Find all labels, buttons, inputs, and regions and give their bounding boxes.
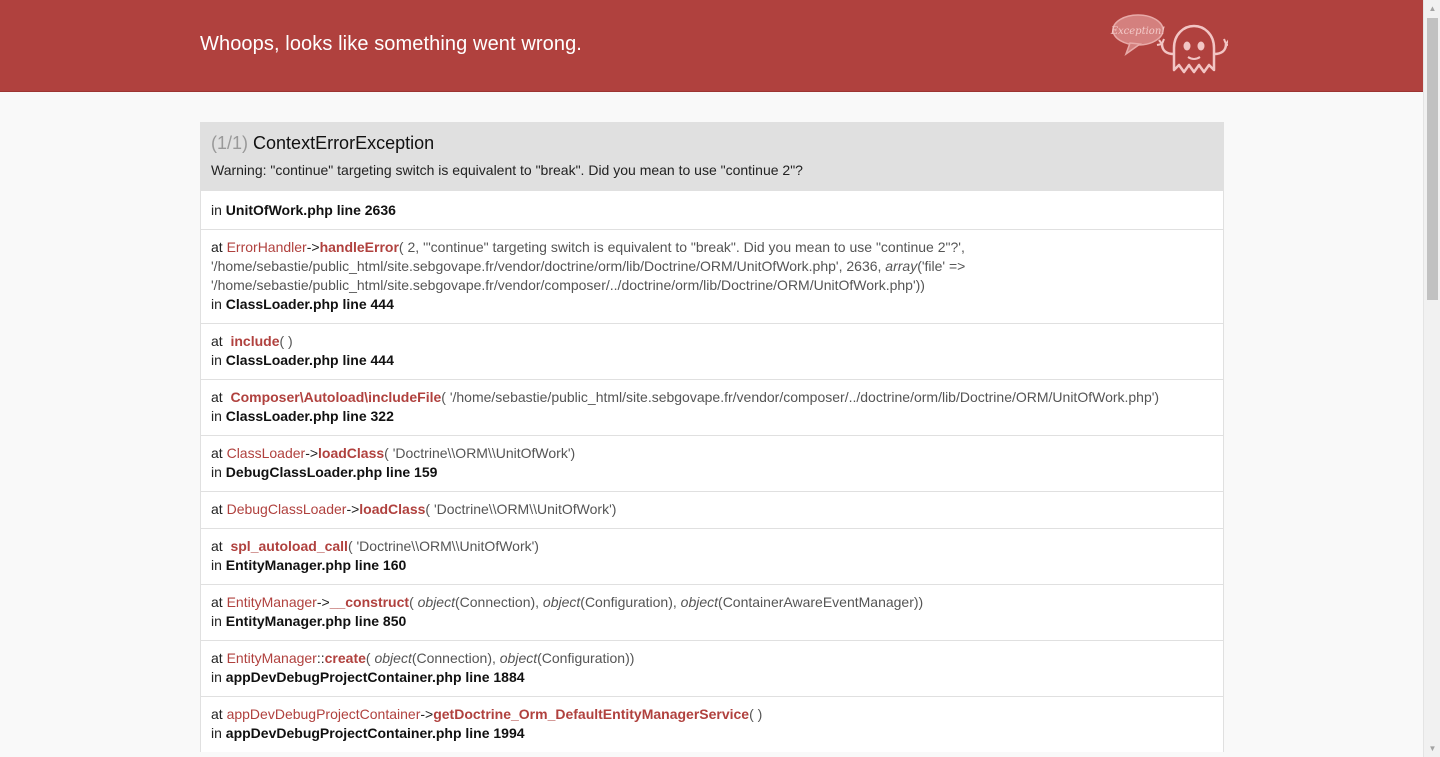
trace-args: '/home/sebastie/public_html/site.sebgova… [211, 258, 886, 274]
trace-arg-type: object [499, 650, 538, 666]
in-label: in [211, 202, 222, 218]
trace-separator: -> [305, 445, 319, 461]
trace-function: include [230, 333, 280, 349]
trace-args: ( [409, 594, 418, 610]
file-ref: UnitOfWork.php line 2636 [225, 202, 396, 218]
trace-args: ( ) [279, 333, 293, 349]
at-label: at [211, 445, 223, 461]
exception-block: (1/1) ContextErrorException Warning: "co… [200, 122, 1224, 752]
file-ref: appDevDebugProjectContainer.php line 199… [225, 725, 525, 741]
in-label: in [211, 613, 222, 629]
trace-args: (Connection), [411, 650, 500, 666]
file-ref: ClassLoader.php line 322 [225, 408, 394, 424]
trace-args: ( '/home/sebastie/public_html/site.sebgo… [441, 389, 1160, 405]
trace-arg-type: array [885, 258, 918, 274]
trace-row: at DebugClassLoader->loadClass( 'Doctrin… [201, 491, 1223, 528]
trace-row: at spl_autoload_call( 'Doctrine\\ORM\\Un… [201, 528, 1223, 584]
trace-function: create [324, 650, 366, 666]
trace-args: (Configuration), [580, 594, 681, 610]
trace-args: ( ) [749, 706, 763, 722]
trace-row: at Composer\Autoload\includeFile( '/home… [201, 379, 1223, 435]
trace-class: appDevDebugProjectContainer [226, 706, 421, 722]
trace-row: at appDevDebugProjectContainer->getDoctr… [201, 696, 1223, 752]
scroll-up-arrow-icon[interactable]: ▲ [1424, 0, 1440, 17]
at-label: at [211, 501, 223, 517]
in-label: in [211, 296, 222, 312]
at-label: at [211, 594, 223, 610]
trace-separator: -> [420, 706, 434, 722]
trace-class: DebugClassLoader [226, 501, 347, 517]
file-ref: ClassLoader.php line 444 [225, 352, 394, 368]
in-label: in [211, 408, 222, 424]
trace-args: ( 2, '"continue" targeting switch is equ… [398, 239, 965, 255]
trace-arg-type: object [374, 650, 412, 666]
at-label: at [211, 706, 223, 722]
at-label: at [211, 389, 223, 405]
trace-args: '/home/sebastie/public_html/site.sebgova… [211, 277, 925, 293]
trace-row: at ClassLoader->loadClass( 'Doctrine\\OR… [201, 435, 1223, 491]
trace-separator: -> [346, 501, 360, 517]
error-header: Whoops, looks like something went wrong.… [0, 0, 1423, 92]
trace-location-row: in UnitOfWork.php line 2636 [201, 190, 1223, 229]
vertical-scrollbar[interactable]: ▲ ▼ [1423, 0, 1440, 757]
trace-row: at include( ) in ClassLoader.php line 44… [201, 323, 1223, 379]
trace-args: ( 'Doctrine\\ORM\\UnitOfWork') [347, 538, 539, 554]
page: Whoops, looks like something went wrong.… [0, 0, 1440, 757]
trace-args: (Connection), [454, 594, 543, 610]
at-label: at [211, 239, 223, 255]
in-label: in [211, 352, 222, 368]
header-title: Whoops, looks like something went wrong. [200, 33, 582, 55]
file-ref: EntityManager.php line 160 [225, 557, 407, 573]
exception-message: Warning: "continue" targeting switch is … [211, 162, 803, 178]
trace-function: Composer\Autoload\includeFile [230, 389, 442, 405]
exception-header: (1/1) ContextErrorException Warning: "co… [201, 123, 1223, 190]
scroll-thumb[interactable] [1427, 18, 1438, 300]
trace-args: ( 'Doctrine\\ORM\\UnitOfWork') [384, 445, 576, 461]
in-label: in [211, 464, 222, 480]
trace-args: (Configuration)) [537, 650, 635, 666]
trace-arg-type: object [542, 594, 581, 610]
trace-class: ClassLoader [226, 445, 306, 461]
in-label: in [211, 725, 222, 741]
at-label: at [211, 650, 223, 666]
in-label: in [211, 557, 222, 573]
exception-ghost-icon: Exception! [1110, 10, 1231, 82]
trace-function: spl_autoload_call [230, 538, 348, 554]
file-ref: appDevDebugProjectContainer.php line 188… [225, 669, 525, 685]
trace-function: handleError [319, 239, 399, 255]
trace-args: ( 'Doctrine\\ORM\\UnitOfWork') [425, 501, 617, 517]
trace-args: ('file' => [917, 258, 966, 274]
at-label: at [211, 538, 223, 554]
trace-function: __construct [329, 594, 410, 610]
in-label: in [211, 669, 222, 685]
exception-name: ContextErrorException [253, 133, 435, 153]
trace-separator: -> [306, 239, 320, 255]
file-ref: EntityManager.php line 850 [225, 613, 407, 629]
trace-row: at EntityManager->__construct( object(Co… [201, 584, 1223, 640]
file-ref: ClassLoader.php line 444 [225, 296, 394, 312]
file-ref: DebugClassLoader.php line 159 [225, 464, 438, 480]
trace-class: ErrorHandler [226, 239, 307, 255]
bubble-text: Exception! [1110, 26, 1165, 37]
trace-function: loadClass [359, 501, 426, 517]
trace-arg-type: object [417, 594, 455, 610]
scroll-down-arrow-icon[interactable]: ▼ [1424, 740, 1440, 757]
trace-arg-type: object [680, 594, 719, 610]
trace-row: at EntityManager::create( object(Connect… [201, 640, 1223, 696]
trace-class: EntityManager [226, 594, 317, 610]
exception-title: (1/1) ContextErrorException [211, 132, 1213, 154]
trace-args: (ContainerAwareEventManager)) [718, 594, 924, 610]
at-label: at [211, 333, 223, 349]
trace-separator: :: [316, 650, 325, 666]
trace-row: at ErrorHandler->handleError( 2, '"conti… [201, 229, 1223, 323]
trace-function: loadClass [318, 445, 385, 461]
exception-count: (1/1) [211, 133, 249, 153]
trace-class: EntityManager [226, 650, 317, 666]
trace-separator: -> [316, 594, 330, 610]
trace-function: getDoctrine_Orm_DefaultEntityManagerServ… [433, 706, 750, 722]
